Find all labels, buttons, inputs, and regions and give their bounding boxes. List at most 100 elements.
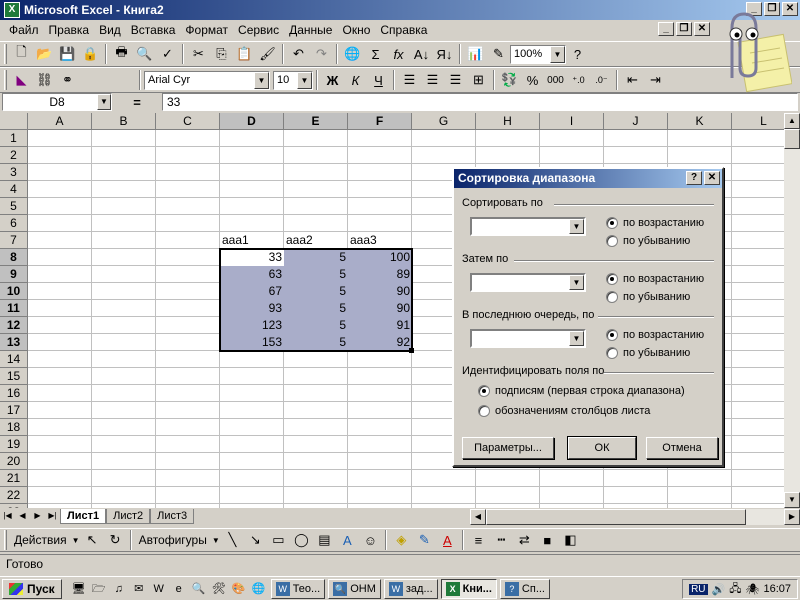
sort-ascending-icon[interactable]: A↓ xyxy=(410,43,433,65)
new-icon[interactable]: 🗋 xyxy=(10,43,33,65)
font-color-icon[interactable]: A xyxy=(436,529,459,551)
browser-icon[interactable]: e xyxy=(170,580,188,598)
explorer-icon[interactable]: 🗁 xyxy=(90,580,108,598)
sheet-tab-3[interactable]: Лист3 xyxy=(150,509,195,524)
row-header-4[interactable]: 4 xyxy=(0,181,28,198)
clipart-icon[interactable]: ☺ xyxy=(359,529,382,551)
row-header-9[interactable]: 9 xyxy=(0,266,28,283)
line-style-icon[interactable]: ≡ xyxy=(467,529,490,551)
then-by-asc-radio[interactable]: по возрастанию xyxy=(606,273,704,285)
arrow-icon[interactable]: ↘ xyxy=(244,529,267,551)
row-header-18[interactable]: 18 xyxy=(0,419,28,436)
then-by-select[interactable]: ▼ xyxy=(470,273,586,292)
taskbar-button-search[interactable]: 🔍 ОНМ xyxy=(328,578,381,599)
shadow-icon[interactable]: ■ xyxy=(536,529,559,551)
tools-icon[interactable]: 🛠 xyxy=(210,580,228,598)
sort-by-asc-radio[interactable]: по возрастанию xyxy=(606,217,704,229)
zoom-select[interactable]: 100% ▼ xyxy=(510,44,566,64)
format-painter-icon[interactable]: 🖌 xyxy=(256,43,279,65)
row-header-5[interactable]: 5 xyxy=(0,198,28,215)
underline-button[interactable]: Ч xyxy=(367,69,390,91)
header-cell[interactable]: aaa1 xyxy=(220,232,284,248)
autosum-icon[interactable]: Σ xyxy=(364,43,387,65)
align-center-icon[interactable]: ☰ xyxy=(421,69,444,91)
antivirus-icon[interactable]: 🕷 xyxy=(746,583,760,596)
scroll-up-icon[interactable]: ▲ xyxy=(784,113,800,129)
menu-edit[interactable]: Правка xyxy=(44,23,95,37)
paste-icon[interactable]: 📋 xyxy=(233,43,256,65)
column-header-A[interactable]: A xyxy=(28,113,92,130)
column-header-D[interactable]: D xyxy=(220,113,284,130)
select-objects-icon[interactable]: ↖ xyxy=(81,529,104,551)
column-header-C[interactable]: C xyxy=(156,113,220,130)
sort-by-desc-radio[interactable]: по убыванию xyxy=(606,235,690,247)
row-header-3[interactable]: 3 xyxy=(0,164,28,181)
vertical-scrollbar[interactable]: ▲ ▼ xyxy=(784,113,800,508)
increase-decimal-icon[interactable]: ⁺.0 xyxy=(567,69,590,91)
decrease-indent-icon[interactable]: ⇤ xyxy=(621,69,644,91)
menu-window[interactable]: Окно xyxy=(337,23,375,37)
office-assistant-clippy[interactable] xyxy=(712,8,793,94)
row-header-11[interactable]: 11 xyxy=(0,300,28,317)
help-icon[interactable]: ? xyxy=(566,43,589,65)
thousands-button[interactable]: 000 xyxy=(544,69,567,91)
row-header-15[interactable]: 15 xyxy=(0,368,28,385)
row-header-14[interactable]: 14 xyxy=(0,351,28,368)
row-header-17[interactable]: 17 xyxy=(0,402,28,419)
select-all-corner[interactable] xyxy=(0,113,28,130)
search-icon[interactable]: 🔍 xyxy=(190,580,208,598)
column-header-F[interactable]: F xyxy=(348,113,412,130)
copy-icon[interactable]: ⎘ xyxy=(210,43,233,65)
menu-data[interactable]: Данные xyxy=(284,23,337,37)
toolbar-grip[interactable] xyxy=(4,70,7,90)
sheet-tab-1[interactable]: Лист1 xyxy=(60,509,107,524)
taskbar-button-help[interactable]: ? Сп... xyxy=(499,578,550,599)
last-by-desc-radio[interactable]: по убыванию xyxy=(606,347,690,359)
menu-view[interactable]: Вид xyxy=(94,23,126,37)
chart-wizard-icon[interactable]: 📊 xyxy=(464,43,487,65)
align-right-icon[interactable]: ☰ xyxy=(444,69,467,91)
autoshapes-menu[interactable]: Автофигуры xyxy=(135,533,211,547)
column-header-G[interactable]: G xyxy=(412,113,476,130)
menu-help[interactable]: Справка xyxy=(375,23,432,37)
arrow-style-icon[interactable]: ⇄ xyxy=(513,529,536,551)
column-header-K[interactable]: K xyxy=(668,113,732,130)
undo-icon[interactable]: ↶ xyxy=(287,43,310,65)
oval-icon[interactable]: ◯ xyxy=(290,529,313,551)
wordart-icon[interactable]: A xyxy=(336,529,359,551)
currency-icon[interactable]: 💱 xyxy=(498,69,521,91)
link-icon[interactable]: ⛓ xyxy=(33,69,56,91)
first-sheet-icon[interactable]: |◀ xyxy=(0,509,15,524)
last-by-select[interactable]: ▼ xyxy=(470,329,586,348)
menu-file[interactable]: Файл xyxy=(4,23,44,37)
language-indicator[interactable]: RU xyxy=(689,583,708,595)
toolbar-grip[interactable] xyxy=(4,44,7,64)
row-header-21[interactable]: 21 xyxy=(0,470,28,487)
line-icon[interactable]: ╲ xyxy=(221,529,244,551)
row-header-1[interactable]: 1 xyxy=(0,130,28,147)
name-box[interactable]: D8 ▼ xyxy=(2,93,112,111)
row-header-12[interactable]: 12 xyxy=(0,317,28,334)
next-sheet-icon[interactable]: ▶ xyxy=(30,509,45,524)
save-icon[interactable]: 💾 xyxy=(56,43,79,65)
dialog-help-button[interactable]: ? xyxy=(686,171,702,185)
dash-style-icon[interactable]: ┅ xyxy=(490,529,513,551)
scroll-left-icon[interactable]: ◀ xyxy=(470,509,486,525)
horizontal-scroll-thumb[interactable] xyxy=(486,509,746,525)
open-icon[interactable]: 📂 xyxy=(33,43,56,65)
column-header-E[interactable]: E xyxy=(284,113,348,130)
row-header-10[interactable]: 10 xyxy=(0,283,28,300)
decrease-decimal-icon[interactable]: .0⁻ xyxy=(590,69,613,91)
media-icon[interactable]: ♫ xyxy=(110,580,128,598)
line-color-icon[interactable]: ✎ xyxy=(413,529,436,551)
3d-icon[interactable]: ◧ xyxy=(559,529,582,551)
identify-columns-radio[interactable]: обозначениям столбцов листа xyxy=(478,405,650,417)
row-header-7[interactable]: 7 xyxy=(0,232,28,249)
hyperlink-icon[interactable]: 🌐 xyxy=(341,43,364,65)
last-by-asc-radio[interactable]: по возрастанию xyxy=(606,329,704,341)
redo-icon[interactable]: ↷ xyxy=(310,43,333,65)
menu-insert[interactable]: Вставка xyxy=(126,23,181,37)
row-header-16[interactable]: 16 xyxy=(0,385,28,402)
ok-button[interactable]: ОК xyxy=(567,436,637,460)
toolbar-grip[interactable] xyxy=(4,530,7,550)
